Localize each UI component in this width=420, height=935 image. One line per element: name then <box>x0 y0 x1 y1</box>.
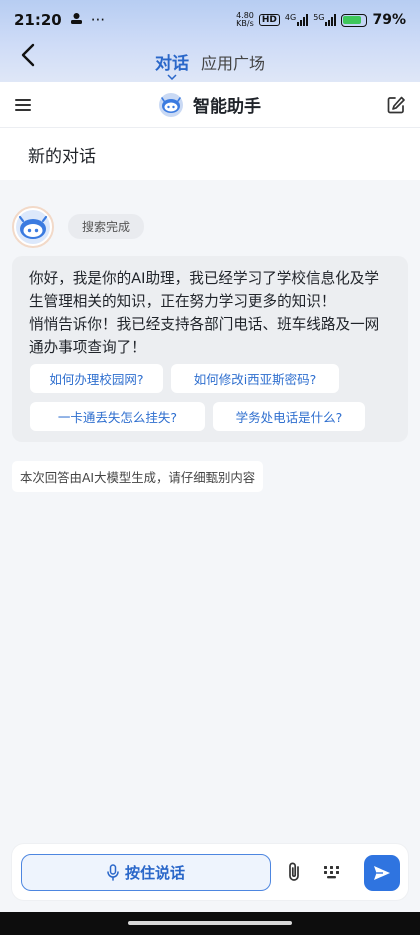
keyboard-icon <box>324 866 339 879</box>
net1-label: 4G <box>284 13 297 22</box>
send-icon <box>374 866 390 880</box>
net2-label: 5G <box>313 13 325 22</box>
assistant-avatar <box>12 206 54 248</box>
paperclip-icon <box>289 862 299 881</box>
hold-to-talk-button[interactable]: 按住说话 <box>21 853 271 891</box>
signal-5g: 5G <box>313 13 337 26</box>
input-bar: 按住说话 <box>12 844 408 900</box>
search-status-badge: 搜索完成 <box>68 214 145 239</box>
battery-percent: 79% <box>372 12 406 28</box>
send-button[interactable] <box>364 855 400 891</box>
back-arrow-icon <box>21 43 35 67</box>
menu-icon <box>15 99 31 111</box>
top-nav: 对话 应用广场 <box>0 40 420 82</box>
signal-bars-icon <box>297 14 309 26</box>
suggestion-chip[interactable]: 一卡通丢失怎么挂失? <box>30 402 205 431</box>
robot-logo-icon <box>159 92 183 117</box>
signal-4g: 4G <box>284 13 309 26</box>
net-speed: 4.80 KB/s <box>236 12 254 28</box>
menu-button[interactable] <box>14 96 34 114</box>
notification-icon <box>70 11 83 29</box>
mic-icon <box>107 863 119 881</box>
tab-bar: 对话 应用广场 <box>155 49 265 80</box>
assistant-message-text: 你好，我是你的AI助理，我已经学习了学校信息化及学生管理相关的知识，正在努力学习… <box>29 270 380 356</box>
status-bar: 21:20 ··· 4.80 KB/s HD 4G 5G 79% <box>0 0 420 40</box>
suggestion-chip[interactable]: 如何办理校园网? <box>30 364 163 393</box>
hd-badge: HD <box>258 14 280 26</box>
new-chat-button[interactable] <box>386 95 406 115</box>
attach-button[interactable] <box>282 860 306 884</box>
suggestion-chip[interactable]: 如何修改i西亚斯密码? <box>171 364 339 393</box>
assistant-header: 智能助手 <box>0 82 420 128</box>
tab-app-plaza-label: 应用广场 <box>200 53 265 73</box>
keyboard-toggle-button[interactable] <box>321 861 345 883</box>
assistant-message-bubble: 你好，我是你的AI助理，我已经学习了学校信息化及学生管理相关的知识，正在努力学习… <box>12 256 408 442</box>
tab-app-plaza[interactable]: 应用广场 <box>201 50 265 74</box>
back-button[interactable] <box>14 40 42 70</box>
battery-icon <box>341 13 368 27</box>
net-speed-unit: KB/s <box>236 19 254 28</box>
suggestion-list: 如何办理校园网? 如何修改i西亚斯密码? 一卡通丢失怎么挂失? 学务处电话是什么… <box>30 364 400 431</box>
suggestion-chip[interactable]: 学务处电话是什么? <box>213 402 365 431</box>
tab-chat[interactable]: 对话 <box>155 49 189 80</box>
conversation-title: 新的对话 <box>28 146 96 167</box>
more-dots: ··· <box>90 11 106 29</box>
home-indicator[interactable] <box>128 921 292 925</box>
hold-to-talk-label: 按住说话 <box>124 863 185 882</box>
edit-icon <box>387 96 405 114</box>
page-title: 智能助手 <box>193 97 261 117</box>
conversation-title-bar: 新的对话 <box>0 128 420 180</box>
brand: 智能助手 <box>159 92 261 117</box>
ai-disclaimer: 本次回答由AI大模型生成，请仔细甄别内容 <box>12 461 264 492</box>
robot-avatar-icon <box>12 206 54 248</box>
status-time: 21:20 <box>14 11 62 29</box>
signal-bars-icon <box>325 14 337 26</box>
